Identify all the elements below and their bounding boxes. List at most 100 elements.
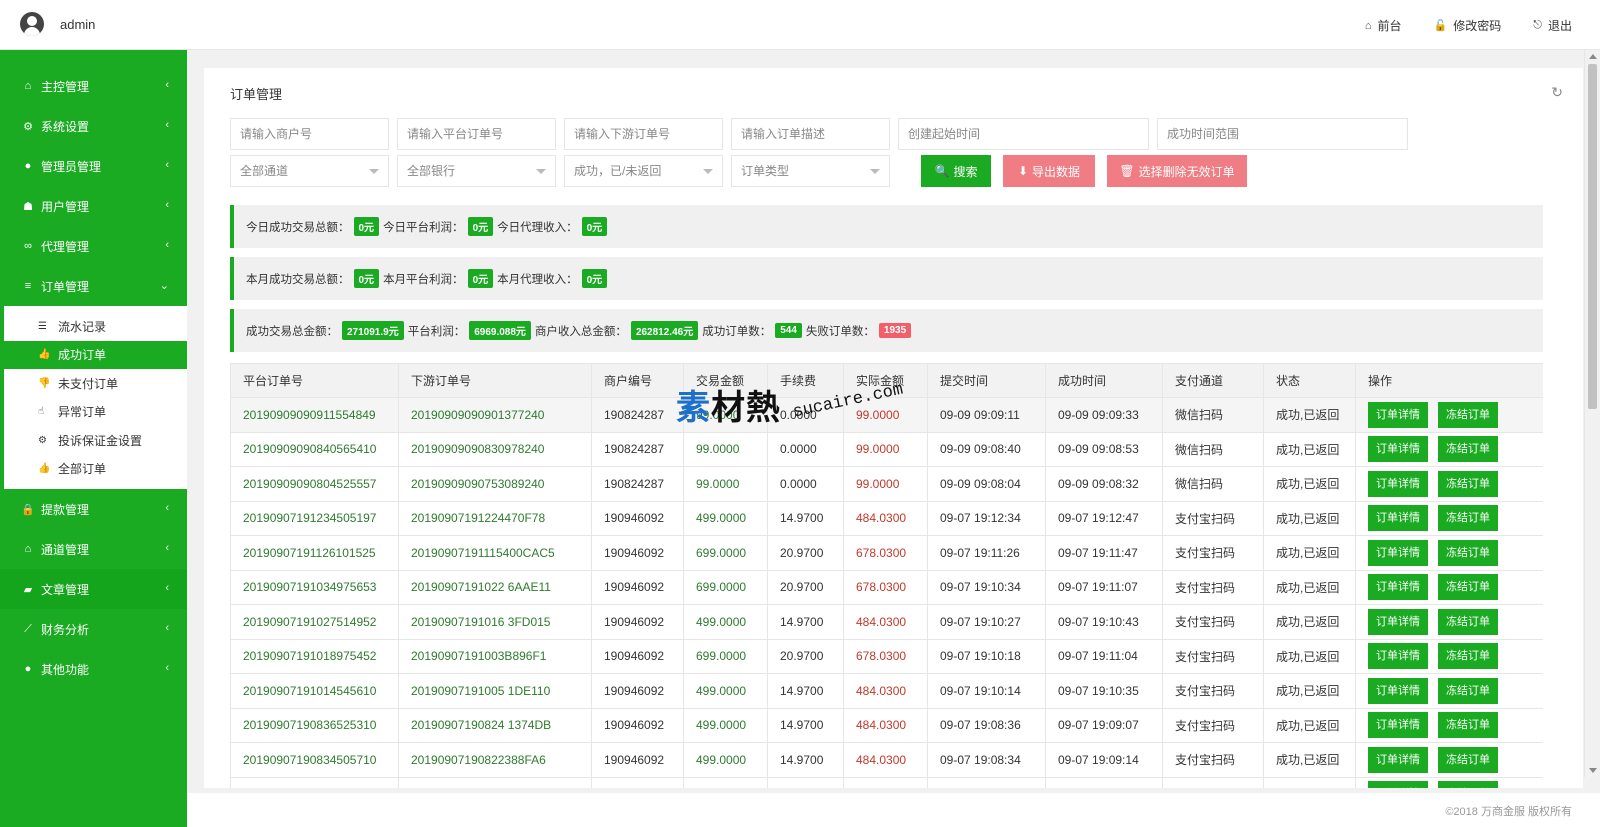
freeze-order-button[interactable]: 冻结订单 xyxy=(1438,574,1498,601)
table-row[interactable]: 20190909090840565410 20190909090830978240… xyxy=(230,431,1543,467)
chevron-left-icon: ‹ xyxy=(165,502,169,514)
orders-table: 平台订单号 下游订单号 商户编号 交易金额 手续费 实际金额 提交时间 成功时间… xyxy=(230,363,1543,788)
channel-select[interactable]: 全部通道 xyxy=(230,155,389,187)
search-icon: 🔍 xyxy=(934,164,950,178)
freeze-order-button[interactable]: 冻结订单 xyxy=(1438,505,1498,532)
sidebar-item-admin[interactable]: ● 管理员管理 ‹ xyxy=(0,146,187,186)
freeze-order-button[interactable]: 冻结订单 xyxy=(1438,746,1498,773)
cell-downstream: 20190907191003B896F1 xyxy=(398,638,592,674)
order-detail-button[interactable]: 订单详情 xyxy=(1368,781,1428,788)
freeze-order-button[interactable]: 冻结订单 xyxy=(1438,643,1498,670)
stat-badge: 0元 xyxy=(467,217,494,236)
order-desc-input[interactable]: 请输入订单描述 xyxy=(731,118,890,150)
table-row[interactable]: 20190907190836525310 20190907190824 1374D… xyxy=(230,707,1543,743)
sidebar-item-channels[interactable]: ⌂ 通道管理 ‹ xyxy=(0,529,187,569)
order-detail-button[interactable]: 订单详情 xyxy=(1368,608,1428,635)
col-header: 平台订单号 xyxy=(230,363,399,398)
logout-link[interactable]: ⎋ 退出 xyxy=(1533,17,1572,34)
cell-channel: 支付宝扫码 xyxy=(1162,535,1264,571)
sidebar-item-articles[interactable]: ▰ 文章管理 ‹ xyxy=(0,569,187,609)
export-button[interactable]: ⬇ 导出数据 xyxy=(1003,155,1095,187)
user-circle-icon: ● xyxy=(24,663,32,675)
submenu-item-all-orders[interactable]: 👍 全部订单 xyxy=(4,455,187,484)
order-detail-button[interactable]: 订单详情 xyxy=(1368,712,1428,739)
submenu-item-success-orders[interactable]: 👍 成功订单 xyxy=(4,340,187,369)
orders-table-wrap: 平台订单号 下游订单号 商户编号 交易金额 手续费 实际金额 提交时间 成功时间… xyxy=(230,363,1543,788)
submenu-item-flow-records[interactable]: ☰ 流水记录 xyxy=(4,312,187,341)
freeze-order-button[interactable]: 冻结订单 xyxy=(1438,781,1498,788)
cell-amount: 499.0000 xyxy=(683,742,768,778)
scroll-up-arrow-icon[interactable] xyxy=(1589,54,1597,59)
avatar[interactable] xyxy=(20,12,44,36)
bank-select[interactable]: 全部银行 xyxy=(397,155,556,187)
table-row[interactable]: 20190907191126101525 20190907191115400CAC… xyxy=(230,535,1543,571)
scroll-thumb[interactable] xyxy=(1588,64,1597,409)
cell-amount: 499.0000 xyxy=(683,673,768,709)
order-detail-button[interactable]: 订单详情 xyxy=(1368,539,1428,566)
search-button[interactable]: 🔍 搜索 xyxy=(921,155,991,187)
cell-platform: 20190909090840565410 xyxy=(230,431,399,467)
freeze-order-button[interactable]: 冻结订单 xyxy=(1438,539,1498,566)
order-detail-button[interactable]: 订单详情 xyxy=(1368,470,1428,497)
cell-status: 成功,已返回 xyxy=(1263,535,1356,571)
order-detail-button[interactable]: 订单详情 xyxy=(1368,746,1428,773)
cell-status: 成功,已返回 xyxy=(1263,397,1356,433)
cell-downstream: 20190907191005 1DE110 xyxy=(398,673,592,709)
home-link[interactable]: ⌂ 前台 xyxy=(1365,17,1402,34)
cell-success: 09-09 09:08:32 xyxy=(1045,466,1163,502)
order-detail-button[interactable]: 订单详情 xyxy=(1368,643,1428,670)
freeze-order-button[interactable]: 冻结订单 xyxy=(1438,712,1498,739)
submenu-item-abnormal-orders[interactable]: ☝ 异常订单 xyxy=(4,398,187,427)
submenu-item-unpaid-orders[interactable]: 👎 未支付订单 xyxy=(4,369,187,398)
table-row[interactable]: 20190907191234505197 20190907191224470F78… xyxy=(230,500,1543,536)
table-row[interactable]: 20190907191034975653 20190907191022 6AAE1… xyxy=(230,569,1543,605)
submenu-item-complaint-deposit[interactable]: ⚙ 投诉保证金设置 xyxy=(4,426,187,455)
downstream-order-input[interactable]: 请输入下游订单号 xyxy=(564,118,723,150)
cell-actions: 订单详情 冻结订单 xyxy=(1355,776,1543,788)
table-row[interactable]: 订单详情 冻结订单 xyxy=(230,776,1543,788)
sidebar-item-dashboard[interactable]: ⌂ 主控管理 ‹ xyxy=(0,66,187,106)
sidebar-item-users[interactable]: ☗ 用户管理 ‹ xyxy=(0,186,187,226)
table-row[interactable]: 20190909090804525557 20190909090753089240… xyxy=(230,466,1543,502)
platform-order-input[interactable]: 请输入平台订单号 xyxy=(397,118,556,150)
sidebar-item-orders[interactable]: ≡ 订单管理 ⌄ xyxy=(0,266,187,306)
cell-merchant xyxy=(591,776,684,788)
cell-actions: 订单详情冻结订单 xyxy=(1355,638,1543,674)
sidebar-item-withdrawals[interactable]: 🔒 提款管理 ‹ xyxy=(0,489,187,529)
sidebar-item-system-settings[interactable]: ⚙ 系统设置 ‹ xyxy=(0,106,187,146)
freeze-order-button[interactable]: 冻结订单 xyxy=(1438,401,1498,428)
username[interactable]: admin xyxy=(60,17,95,32)
cell-actions: 订单详情冻结订单 xyxy=(1355,397,1543,433)
sidebar-item-other[interactable]: ● 其他功能 ‹ xyxy=(0,649,187,689)
freeze-order-button[interactable]: 冻结订单 xyxy=(1438,470,1498,497)
cell-platform: 20190907191027514952 xyxy=(230,604,399,640)
scroll-down-arrow-icon[interactable] xyxy=(1589,768,1597,773)
sidebar-item-agents[interactable]: ∞ 代理管理 ‹ xyxy=(0,226,187,266)
freeze-order-button[interactable]: 冻结订单 xyxy=(1438,677,1498,704)
cell-success: 09-09 09:09:33 xyxy=(1045,397,1163,433)
delete-invalid-button[interactable]: 🗑 选择删除无效订单 xyxy=(1107,155,1247,187)
refresh-icon[interactable]: ↻ xyxy=(1551,84,1563,101)
table-row[interactable]: 20190907191027514952 20190907191016 3FD01… xyxy=(230,604,1543,640)
order-type-select[interactable]: 订单类型 xyxy=(731,155,890,187)
order-detail-button[interactable]: 订单详情 xyxy=(1368,505,1428,532)
cell-downstream: 20190907191016 3FD015 xyxy=(398,604,592,640)
table-row[interactable]: 20190907191018975452 20190907191003B896F1… xyxy=(230,638,1543,674)
change-password-link[interactable]: 🔓 修改密码 xyxy=(1434,17,1502,34)
status-select[interactable]: 成功，已/未返回 xyxy=(564,155,723,187)
order-detail-button[interactable]: 订单详情 xyxy=(1368,677,1428,704)
freeze-order-button[interactable]: 冻结订单 xyxy=(1438,608,1498,635)
table-row[interactable]: 20190907191014545610 20190907191005 1DE11… xyxy=(230,673,1543,709)
order-detail-button[interactable]: 订单详情 xyxy=(1368,574,1428,601)
merchant-no-input[interactable]: 请输入商户号 xyxy=(230,118,389,150)
success-time-range-input[interactable]: 成功时间范围 xyxy=(1157,118,1408,150)
table-row[interactable]: 20190907190834505710 20190907190822388FA6… xyxy=(230,742,1543,778)
sidebar-item-finance[interactable]: ⟋ 财务分析 ‹ xyxy=(0,609,187,649)
order-detail-button[interactable]: 订单详情 xyxy=(1368,401,1428,428)
cell-fee: 0.0000 xyxy=(767,431,844,467)
freeze-order-button[interactable]: 冻结订单 xyxy=(1438,436,1498,463)
order-detail-button[interactable]: 订单详情 xyxy=(1368,436,1428,463)
create-start-time-input[interactable]: 创建起始时间 xyxy=(898,118,1149,150)
list-icon: ≡ xyxy=(24,280,32,292)
page-scrollbar[interactable] xyxy=(1584,50,1600,777)
